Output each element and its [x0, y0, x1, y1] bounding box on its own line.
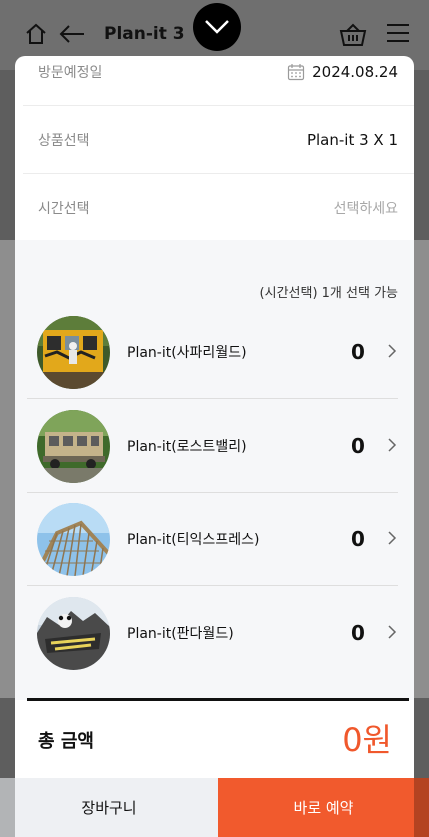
book-now-button[interactable]: 바로 예약 [218, 778, 429, 837]
total-row: 총 금액 0원 [15, 701, 414, 778]
time-options-panel: (시간선택) 1개 선택 가능 Plan-it(사파리월드) 0 Plan-it… [15, 240, 414, 700]
chevron-down-icon [205, 20, 229, 34]
page-title: Plan-it 3 [104, 24, 185, 44]
footer-actions: 장바구니 바로 예약 [0, 778, 429, 837]
visit-date-label: 방문예정일 [38, 65, 103, 81]
add-to-cart-button[interactable]: 장바구니 [0, 778, 218, 837]
screen: Plan-it 3 방문예정일 2024.08.24 상품선택 Plan-it … [0, 0, 429, 837]
cart-icon[interactable] [339, 22, 367, 48]
t-express-thumbnail [37, 503, 110, 576]
option-row-panda-world[interactable]: Plan-it(판다월드) 0 [27, 587, 398, 680]
overlay-side [0, 778, 15, 837]
visit-date-value: 2024.08.24 [312, 63, 398, 81]
home-icon[interactable] [24, 22, 50, 48]
option-quantity: 0 [351, 527, 365, 551]
option-row-lost-valley[interactable]: Plan-it(로스트밸리) 0 [27, 400, 398, 493]
visit-date-value-wrap: 2024.08.24 [287, 63, 398, 81]
total-label: 총 금액 [38, 731, 94, 752]
option-row-t-express[interactable]: Plan-it(티익스프레스) 0 [27, 493, 398, 586]
booking-sheet: 방문예정일 2024.08.24 상품선택 Plan-it 3 X 1 시간선택… [15, 56, 414, 778]
chevron-right-icon [388, 531, 397, 545]
visit-date-row[interactable]: 방문예정일 2024.08.24 [15, 56, 414, 106]
divider [27, 585, 398, 586]
lost-valley-thumbnail [37, 410, 110, 483]
option-quantity: 0 [351, 340, 365, 364]
chevron-right-icon [388, 344, 397, 358]
product-label: 상품선택 [38, 133, 90, 149]
overlay-side [0, 240, 15, 698]
safari-world-thumbnail [37, 316, 110, 389]
option-row-safari-world[interactable]: Plan-it(사파리월드) 0 [27, 306, 398, 399]
option-quantity: 0 [351, 434, 365, 458]
back-arrow-icon[interactable] [58, 22, 84, 48]
option-quantity: 0 [351, 621, 365, 645]
overlay-side [414, 240, 429, 698]
calendar-icon [288, 64, 305, 81]
product-value: Plan-it 3 X 1 [306, 131, 398, 149]
chevron-right-icon [388, 625, 397, 639]
product-row[interactable]: 상품선택 Plan-it 3 X 1 [15, 106, 414, 174]
time-placeholder: 선택하세요 [333, 201, 398, 217]
option-name: Plan-it(티익스프레스) [127, 532, 260, 548]
total-value: 0원 [342, 721, 392, 759]
time-label: 시간선택 [38, 201, 90, 217]
chevron-right-icon [388, 438, 397, 452]
option-name: Plan-it(판다월드) [127, 626, 234, 642]
time-row[interactable]: 시간선택 선택하세요 [15, 174, 414, 242]
collapse-sheet-button[interactable] [193, 3, 241, 51]
menu-icon[interactable] [386, 22, 410, 48]
overlay-side [414, 778, 429, 837]
divider [27, 398, 398, 399]
options-hint: (시간선택) 1개 선택 가능 [259, 286, 398, 301]
option-name: Plan-it(사파리월드) [127, 345, 247, 361]
option-name: Plan-it(로스트밸리) [127, 439, 247, 455]
panda-world-thumbnail [37, 597, 110, 670]
